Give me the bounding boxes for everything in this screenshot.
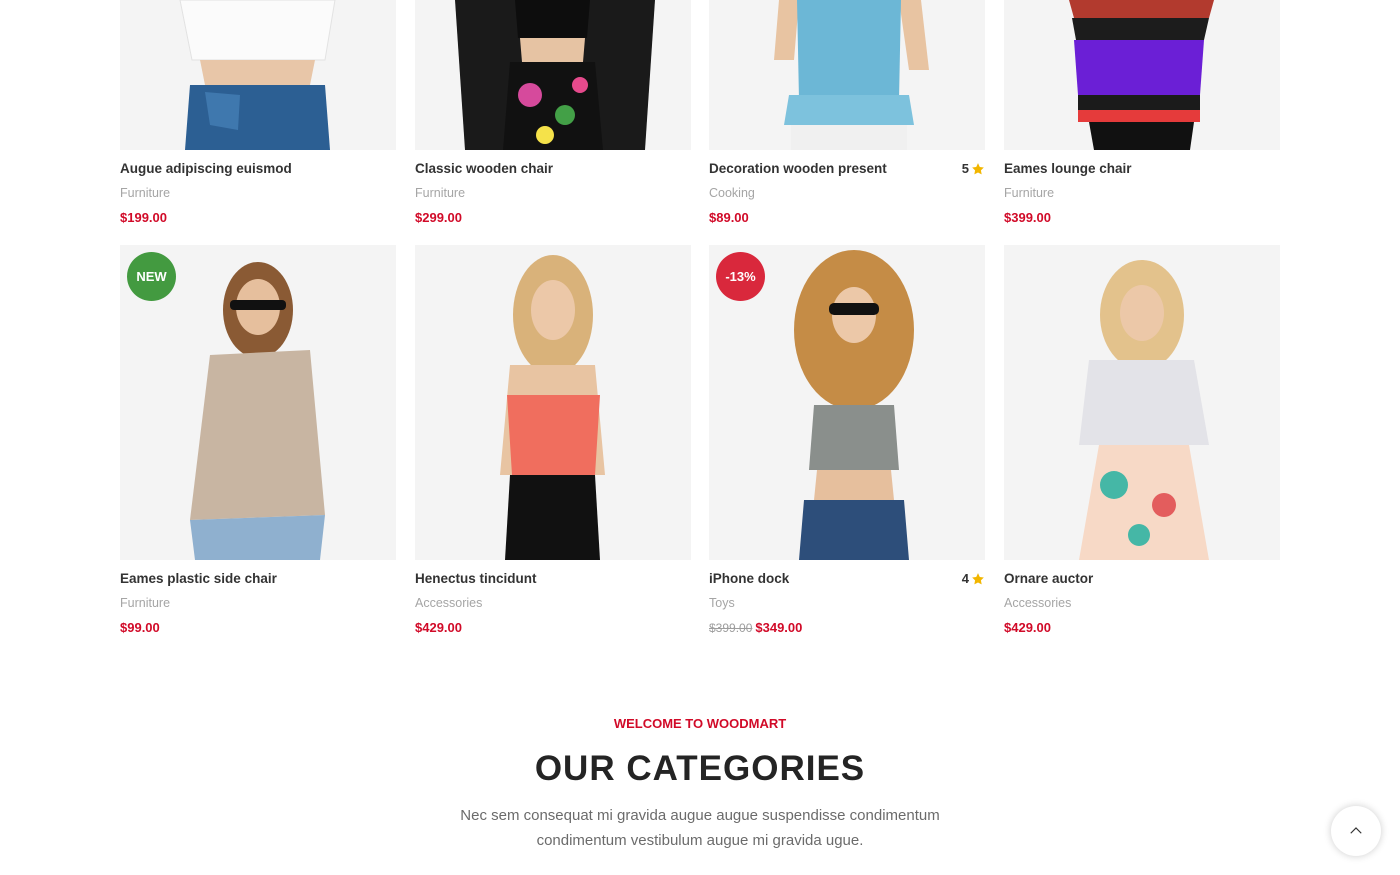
product-card[interactable]: Augue adipiscing euismod Furniture $199.…: [120, 0, 396, 225]
product-category[interactable]: Furniture: [415, 186, 691, 200]
product-image[interactable]: [415, 0, 691, 150]
product-card[interactable]: -13% iPhone dock 4 Toys $399.00 $349.00: [709, 245, 985, 635]
old-price: $399.00: [709, 621, 753, 635]
product-category[interactable]: Toys: [709, 596, 985, 610]
product-price: $399.00: [1004, 210, 1051, 225]
product-card[interactable]: Decoration wooden present 5 Cooking $89.…: [709, 0, 985, 225]
product-price: $89.00: [709, 210, 749, 225]
product-price: $199.00: [120, 210, 167, 225]
product-price: $429.00: [1004, 620, 1051, 635]
product-category[interactable]: Furniture: [120, 186, 396, 200]
badge-new: NEW: [127, 252, 176, 301]
product-title[interactable]: Henectus tincidunt: [415, 571, 537, 586]
product-card[interactable]: Eames lounge chair Furniture $399.00: [1004, 0, 1280, 225]
product-card[interactable]: Henectus tincidunt Accessories $429.00: [415, 245, 691, 635]
product-category[interactable]: Cooking: [709, 186, 985, 200]
product-price: $429.00: [415, 620, 462, 635]
product-title[interactable]: Eames plastic side chair: [120, 571, 277, 586]
product-image[interactable]: -13%: [709, 245, 985, 560]
product-card[interactable]: NEW Eames plastic side chair Furniture $…: [120, 245, 396, 635]
product-card[interactable]: Classic wooden chair Furniture $299.00: [415, 0, 691, 225]
product-category[interactable]: Furniture: [1004, 186, 1280, 200]
scroll-to-top-button[interactable]: [1331, 806, 1381, 856]
product-grid: Augue adipiscing euismod Furniture $199.…: [0, 0, 1400, 660]
categories-section: WELCOME TO WOODMART OUR CATEGORIES Nec s…: [0, 716, 1400, 853]
product-title[interactable]: iPhone dock: [709, 571, 789, 586]
star-icon: [972, 572, 984, 584]
rating-value: 4: [961, 571, 969, 586]
product-image[interactable]: [1004, 245, 1280, 560]
product-rating: 4: [962, 571, 985, 586]
section-eyebrow: WELCOME TO WOODMART: [613, 716, 787, 731]
product-price: $399.00 $349.00: [709, 620, 985, 635]
product-price: $99.00: [120, 620, 160, 635]
badge-sale: -13%: [716, 252, 765, 301]
product-title[interactable]: Classic wooden chair: [415, 161, 553, 176]
product-category[interactable]: Accessories: [1004, 596, 1280, 610]
star-icon: [972, 162, 984, 174]
product-title[interactable]: Ornare auctor: [1004, 571, 1093, 586]
product-image[interactable]: [1004, 0, 1280, 150]
product-image[interactable]: [120, 0, 396, 150]
product-title[interactable]: Decoration wooden present: [709, 161, 887, 176]
section-heading: OUR CATEGORIES: [534, 749, 866, 788]
product-image[interactable]: NEW: [120, 245, 396, 560]
product-category[interactable]: Furniture: [120, 596, 396, 610]
product-rating: 5: [962, 161, 985, 176]
rating-value: 5: [961, 161, 969, 176]
chevron-up-icon: [1350, 827, 1362, 834]
product-title[interactable]: Eames lounge chair: [1004, 161, 1132, 176]
product-image[interactable]: [415, 245, 691, 560]
product-price: $299.00: [415, 210, 462, 225]
sale-price: $349.00: [755, 620, 803, 635]
section-subtitle: Nec sem consequat mi gravida augue augue…: [460, 807, 940, 849]
product-title[interactable]: Augue adipiscing euismod: [120, 161, 292, 176]
product-category[interactable]: Accessories: [415, 596, 691, 610]
product-card[interactable]: Ornare auctor Accessories $429.00: [1004, 245, 1280, 635]
product-image[interactable]: [709, 0, 985, 150]
